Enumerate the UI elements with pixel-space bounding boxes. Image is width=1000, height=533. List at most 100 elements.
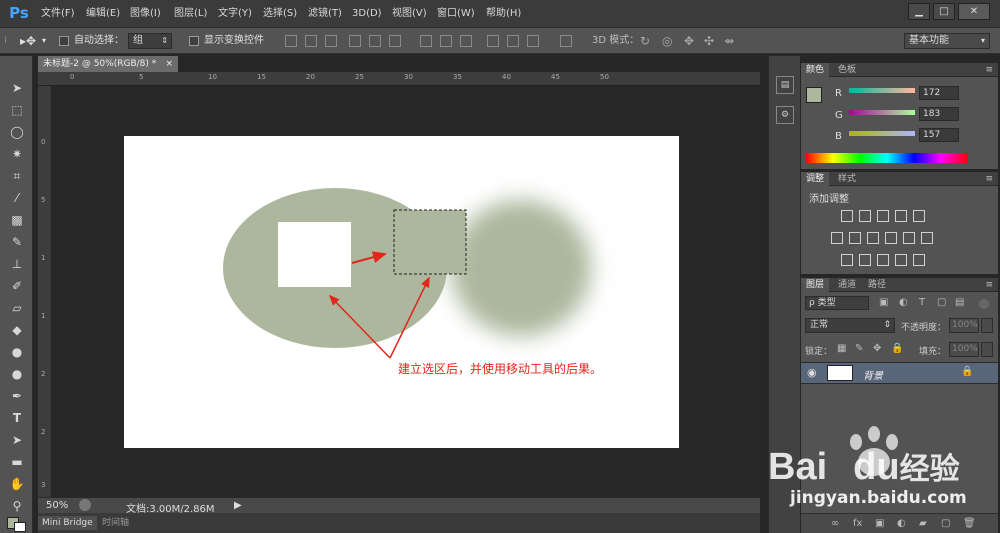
vibrance-icon[interactable] — [913, 210, 925, 222]
distribute-top-icon[interactable] — [420, 35, 432, 47]
gradient-map-icon[interactable] — [913, 254, 925, 266]
minimize-button[interactable]: ▁ — [908, 3, 930, 20]
zoom-level[interactable]: 50% — [46, 500, 68, 511]
posterize-icon[interactable] — [859, 254, 871, 266]
color-spectrum[interactable] — [806, 153, 968, 163]
path-selection-tool-icon[interactable]: ➤ — [6, 430, 28, 450]
g-value[interactable]: 183 — [919, 107, 959, 121]
status-menu-arrow[interactable]: ▶ — [234, 500, 242, 511]
layer-row-background[interactable]: ◉ 背景 🔒 — [801, 362, 998, 384]
invert-icon[interactable] — [841, 254, 853, 266]
lock-all-icon[interactable]: 🔒 — [891, 343, 903, 354]
3d-slide-icon[interactable]: ✣ — [704, 28, 714, 54]
maximize-button[interactable]: □ — [933, 3, 955, 20]
3d-rotate-icon[interactable]: ↻ — [640, 28, 650, 54]
menu-type[interactable]: 文字(Y) — [218, 0, 252, 28]
hue-saturation-icon[interactable] — [831, 232, 843, 244]
properties-panel-icon[interactable]: ⚙ — [776, 106, 794, 124]
pen-tool-icon[interactable]: ✒ — [6, 386, 28, 406]
photo-filter-icon[interactable] — [885, 232, 897, 244]
r-value[interactable]: 172 — [919, 86, 959, 100]
menu-layer[interactable]: 图层(L) — [174, 0, 207, 28]
visibility-eye-icon[interactable]: ◉ — [807, 366, 817, 379]
dodge-tool-icon[interactable]: ● — [6, 364, 28, 384]
menu-3d[interactable]: 3D(D) — [352, 0, 382, 28]
fill-field[interactable]: 100% — [949, 342, 979, 357]
panel-menu-icon[interactable]: ≡ — [980, 278, 998, 292]
foreground-swatch[interactable] — [806, 87, 822, 103]
crop-tool-icon[interactable]: ⌗ — [6, 166, 28, 186]
menu-edit[interactable]: 编辑(E) — [86, 0, 120, 28]
filter-toggle-icon[interactable] — [979, 299, 989, 309]
move-tool-preset-icon[interactable]: ▸✥ — [20, 28, 36, 54]
align-vcenter-icon[interactable] — [305, 35, 317, 47]
zoom-tool-icon[interactable]: ⚲ — [6, 496, 28, 516]
layer-name[interactable]: 背景 — [863, 367, 883, 382]
magic-wand-tool-icon[interactable]: ✷ — [6, 144, 28, 164]
auto-select-dropdown[interactable]: 组 ⇕ — [128, 33, 172, 49]
share-icon[interactable] — [79, 499, 91, 511]
eyedropper-tool-icon[interactable]: ⁄ — [6, 188, 28, 208]
type-tool-icon[interactable]: T — [6, 408, 28, 428]
hand-tool-icon[interactable]: ✋ — [6, 474, 28, 494]
3d-pan-icon[interactable]: ✥ — [684, 28, 694, 54]
brightness-icon[interactable] — [841, 210, 853, 222]
eraser-tool-icon[interactable]: ▱ — [6, 298, 28, 318]
marquee-tool-icon[interactable]: ⬚ — [6, 100, 28, 120]
auto-select-checkbox[interactable] — [59, 36, 69, 46]
lock-transparent-icon[interactable]: ▦ — [837, 343, 846, 354]
selective-color-icon[interactable] — [895, 254, 907, 266]
fill-arrow[interactable] — [981, 342, 993, 357]
history-brush-tool-icon[interactable]: ✐ — [6, 276, 28, 296]
distribute-hcenter-icon[interactable] — [507, 35, 519, 47]
panel-menu-icon[interactable]: ≡ — [980, 172, 998, 186]
distribute-left-icon[interactable] — [487, 35, 499, 47]
levels-icon[interactable] — [859, 210, 871, 222]
tab-paths[interactable]: 路径 — [863, 278, 891, 292]
panel-menu-icon[interactable]: ≡ — [980, 63, 998, 77]
tab-adjustments[interactable]: 调整 — [801, 172, 830, 186]
tab-layers[interactable]: 图层 — [801, 278, 830, 292]
rectangle-tool-icon[interactable]: ▬ — [6, 452, 28, 472]
black-white-icon[interactable] — [867, 232, 879, 244]
blend-mode-dropdown[interactable]: 正常 ⇕ — [805, 318, 895, 333]
color-lookup-icon[interactable] — [921, 232, 933, 244]
tab-timeline[interactable]: 时间轴 — [102, 516, 129, 530]
exposure-icon[interactable] — [895, 210, 907, 222]
document-tab[interactable]: 未标题-2 @ 50%(RGB/8) * × — [38, 56, 178, 72]
curves-icon[interactable] — [877, 210, 889, 222]
distribute-right-icon[interactable] — [527, 35, 539, 47]
tab-channels[interactable]: 通道 — [833, 278, 861, 292]
menu-view[interactable]: 视图(V) — [392, 0, 427, 28]
menu-window[interactable]: 窗口(W) — [437, 0, 475, 28]
lock-pixels-icon[interactable]: ✎ — [855, 343, 863, 354]
healing-brush-tool-icon[interactable]: ▩ — [6, 210, 28, 230]
blur-tool-icon[interactable]: ● — [6, 342, 28, 362]
align-top-icon[interactable] — [285, 35, 297, 47]
3d-scale-icon[interactable]: ⇴ — [724, 28, 734, 54]
lock-position-icon[interactable]: ✥ — [873, 343, 881, 354]
close-tab-icon[interactable]: × — [165, 56, 173, 72]
color-balance-icon[interactable] — [849, 232, 861, 244]
distribute-vcenter-icon[interactable] — [440, 35, 452, 47]
workspace-dropdown[interactable]: 基本功能 ▾ — [904, 33, 990, 49]
background-color-swatch[interactable] — [14, 522, 26, 532]
opacity-field[interactable]: 100% — [949, 318, 979, 333]
tab-mini-bridge[interactable]: Mini Bridge — [38, 516, 97, 530]
threshold-icon[interactable] — [877, 254, 889, 266]
menu-filter[interactable]: 滤镜(T) — [308, 0, 342, 28]
history-panel-icon[interactable]: ▤ — [776, 76, 794, 94]
brush-tool-icon[interactable]: ✎ — [6, 232, 28, 252]
b-value[interactable]: 157 — [919, 128, 959, 142]
menu-help[interactable]: 帮助(H) — [486, 0, 521, 28]
filter-shape-icon[interactable]: ▢ — [937, 297, 946, 308]
chevron-down-icon[interactable]: ▾ — [42, 28, 46, 54]
lasso-tool-icon[interactable]: ◯ — [6, 122, 28, 142]
menu-select[interactable]: 选择(S) — [263, 0, 297, 28]
paint-bucket-tool-icon[interactable]: ◆ — [6, 320, 28, 340]
tab-color[interactable]: 颜色 — [801, 63, 830, 77]
auto-align-icon[interactable] — [560, 35, 572, 47]
b-slider[interactable] — [849, 131, 915, 136]
align-right-icon[interactable] — [389, 35, 401, 47]
layer-filter-dropdown[interactable]: ρ 类型 — [805, 296, 869, 310]
